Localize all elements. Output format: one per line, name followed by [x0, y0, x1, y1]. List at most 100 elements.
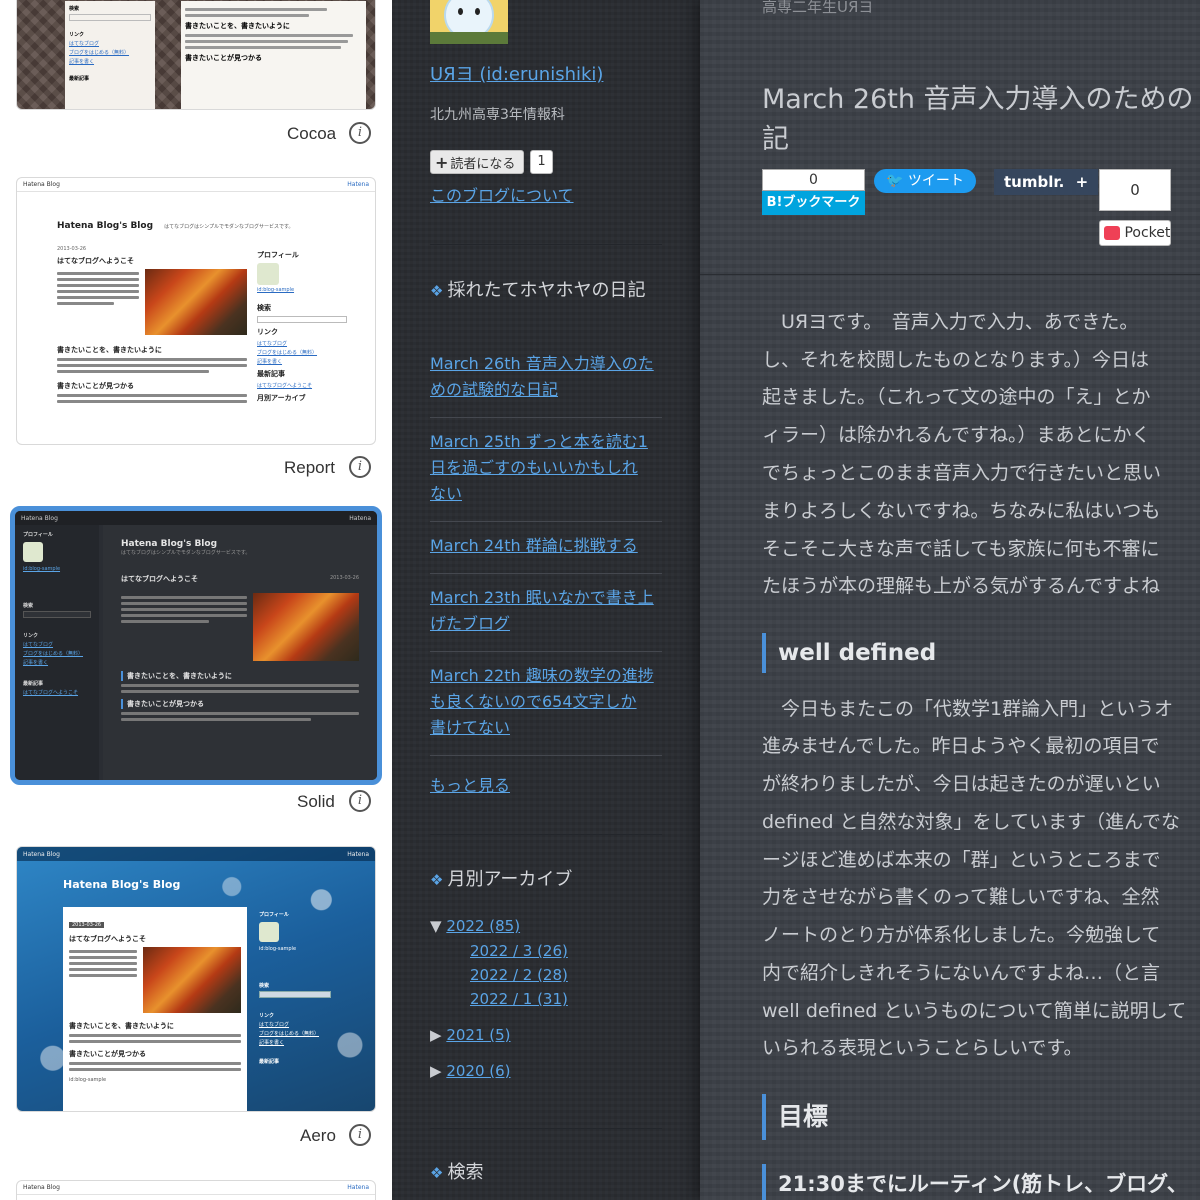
blog-sidebar: UЯヨ (id:erunishiki) 北九州高専3年情報科 + 読者になる 1… — [392, 0, 700, 1200]
more-posts-link[interactable]: もっと見る — [430, 772, 510, 796]
archive-year-link[interactable]: 2020 (6) — [446, 1062, 510, 1080]
archive-year-2020[interactable]: ▶ 2020 (6) — [430, 1062, 511, 1080]
collapse-arrow-icon[interactable]: ▶ — [430, 1062, 442, 1080]
avatar-eye-icon — [475, 8, 480, 15]
theme-card-report[interactable]: Hatena Blog Hatena Hatena Blog's Blog はて… — [16, 177, 376, 445]
bookmark-label: B!ブックマーク — [762, 191, 865, 215]
mini-text-line — [57, 370, 209, 373]
mini-text-line — [57, 400, 247, 403]
sidebar-divider — [430, 1128, 662, 1129]
recent-post-link[interactable]: March 25th ずっと本を読む1 — [430, 432, 648, 451]
mini-blog-desc: はてなブログはシンプルでモダンなブログサービスです。 — [164, 224, 294, 230]
tumblr-button[interactable]: tumblr. + — [994, 169, 1099, 195]
info-icon[interactable]: i — [349, 456, 371, 478]
plus-icon: + — [435, 152, 449, 172]
hatena-bookmark-button[interactable]: 0 B!ブックマーク — [762, 169, 865, 217]
mini-links-heading: リンク — [69, 32, 85, 38]
archive-heading: ❖ 月別アーカイブ — [430, 869, 662, 891]
article-text-line: たほうが本の理解も上がる気がするんですよね — [762, 575, 1161, 597]
archive-month-link[interactable]: 2022 / 2 (28) — [470, 966, 568, 984]
about-blog-link[interactable]: このブログについて — [430, 182, 574, 206]
mini-text-line — [185, 40, 348, 43]
recent-post-item[interactable]: March 25th ずっと本を読む1 日を過ごすのもいいかもしれ ない — [430, 429, 662, 507]
mini-search-heading: 検索 — [23, 603, 34, 609]
theme-label-solid: Solid — [297, 792, 335, 811]
mini-section-heading: 書きたいことが見つかる — [69, 1050, 146, 1058]
mini-aero-content: 2013-03-26 はてなブログへようこそ 書きたいことを、書きたいように 書… — [63, 907, 247, 1111]
profile-avatar[interactable] — [430, 0, 508, 44]
mini-text-line — [57, 302, 115, 305]
article-title-line: March 26th 音声入力導入のための — [762, 84, 1194, 115]
mini-text-line — [57, 394, 247, 397]
recent-post-link[interactable]: 書けてない — [430, 718, 510, 737]
collapse-arrow-icon[interactable]: ▶ — [430, 1026, 442, 1044]
mini-avatar — [257, 263, 279, 285]
mini-section-heading: 書きたいことが見つかる — [121, 699, 359, 709]
follow-widget[interactable]: + 読者になる 1 — [430, 150, 553, 174]
recent-post-link[interactable]: も良くないので654文字しか — [430, 692, 637, 711]
mini-text-line — [69, 950, 137, 953]
archive-year-link[interactable]: 2021 (5) — [446, 1026, 510, 1044]
mini-text-line — [57, 284, 139, 287]
recent-post-link[interactable]: March 24th 群論に挑戦する — [430, 536, 638, 555]
mini-article-title: はてなブログへようこそ — [69, 935, 146, 943]
recent-post-item[interactable]: March 23th 眠いなかで書き上 げたブログ — [430, 585, 662, 637]
mini-user: id:blog-sample — [69, 1077, 107, 1083]
recent-post-item[interactable]: March 26th 音声入力導入のた めの試験的な日記 — [430, 351, 662, 403]
mini-text-line — [57, 296, 139, 299]
info-icon[interactable]: i — [349, 1124, 371, 1146]
recent-post-link[interactable]: ない — [430, 484, 462, 503]
info-icon[interactable]: i — [349, 790, 371, 812]
recent-post-link[interactable]: めの試験的な日記 — [430, 380, 558, 399]
recent-post-link[interactable]: March 22th 趣味の数学の進捗 — [430, 666, 654, 685]
author-name-link[interactable]: UЯヨ (id:erunishiki) — [430, 60, 603, 86]
mini-text-line — [69, 962, 137, 965]
mini-profile-heading: プロフィール — [259, 912, 289, 918]
follow-button[interactable]: + 読者になる — [430, 150, 525, 174]
archive-year-link[interactable]: 2022 (85) — [446, 917, 520, 935]
mini-section-heading: 書きたいことが見つかる — [185, 54, 262, 62]
recent-post-link[interactable]: March 23th 眠いなかで書き上 — [430, 588, 654, 607]
mini-recent-heading: 最新記事 — [69, 76, 90, 82]
mini-text-line — [69, 956, 137, 959]
theme-card-cocoa[interactable]: 検索 リンク はてなブログ ブログをはじめる（無料） 記事を書く 最新記事 書き… — [16, 0, 376, 110]
mini-hatena-logo: Hatena Blog — [23, 850, 60, 858]
recent-post-item[interactable]: March 24th 群論に挑戦する — [430, 533, 662, 559]
mini-article-title: はてなブログへようこそ — [57, 257, 134, 265]
mini-hatena-link: Hatena — [347, 181, 369, 188]
article-text-line: ィラー）は除かれるんですね。）まあとにかく — [762, 424, 1151, 446]
theme-card-solid[interactable]: Hatena Blog Hatena プロフィール id:blog-sample… — [10, 506, 382, 785]
archive-month-link[interactable]: 2022 / 3 (26) — [470, 942, 568, 960]
blog-header-title[interactable]: 高専二年生UЯヨ — [762, 0, 873, 17]
archive-year-2021[interactable]: ▶ 2021 (5) — [430, 1026, 511, 1044]
archive-year-2022[interactable]: ▼ 2022 (85) — [430, 917, 520, 935]
mini-blog-header: Hatena Blog's Blog はてなブログはシンプルでモダンなブログサー… — [57, 213, 293, 232]
theme-card-aero[interactable]: Hatena Blog Hatena Hatena Blog's Blog 20… — [16, 846, 376, 1112]
recent-post-item[interactable]: March 22th 趣味の数学の進捗 も良くないので654文字しか 書けてない — [430, 663, 662, 741]
archive-month-link[interactable]: 2022 / 1 (31) — [470, 990, 568, 1008]
mini-link: ブログをはじめる（無料） — [23, 651, 84, 657]
theme-card-next[interactable]: Hatena Blog Hatena — [16, 1180, 376, 1200]
mini-text-line — [57, 290, 139, 293]
expand-arrow-icon[interactable]: ▼ — [430, 917, 442, 935]
mini-date: 2013-03-26 — [329, 575, 359, 581]
recent-post-link[interactable]: げたブログ — [430, 614, 510, 633]
mini-hatena-logo: Hatena Blog — [23, 1184, 60, 1191]
mini-section-heading: 書きたいことを、書きたいように — [185, 22, 290, 30]
mini-header: Hatena Blog Hatena — [17, 1181, 375, 1195]
recent-post-link[interactable]: March 26th 音声入力導入のた — [430, 354, 654, 373]
diamond-icon: ❖ — [430, 1164, 444, 1182]
mini-hatena-link: Hatena — [349, 514, 371, 522]
article-text-line: defined と自然な対象」をしています（進んでな — [762, 811, 1181, 833]
theme-label-cocoa: Cocoa — [287, 124, 337, 143]
theme-label-report: Report — [284, 458, 336, 477]
article-title-line: 記 — [762, 124, 789, 155]
info-icon[interactable]: i — [349, 122, 371, 144]
article-text-line: ノートのとり方が体系化しました。今勉強して — [762, 924, 1161, 946]
recent-post-link[interactable]: 日を過ごすのもいいかもしれ — [430, 458, 638, 477]
tweet-button[interactable]: 🐦 ツイート — [874, 169, 976, 193]
mini-section-heading: 書きたいことを、書きたいように — [121, 671, 359, 681]
mini-link: 記事を書く — [23, 660, 49, 666]
mini-blog-desc: はてなブログはシンプルでモダンなブログサービスです。 — [121, 550, 251, 556]
pocket-button[interactable]: Pocket — [1099, 220, 1171, 246]
